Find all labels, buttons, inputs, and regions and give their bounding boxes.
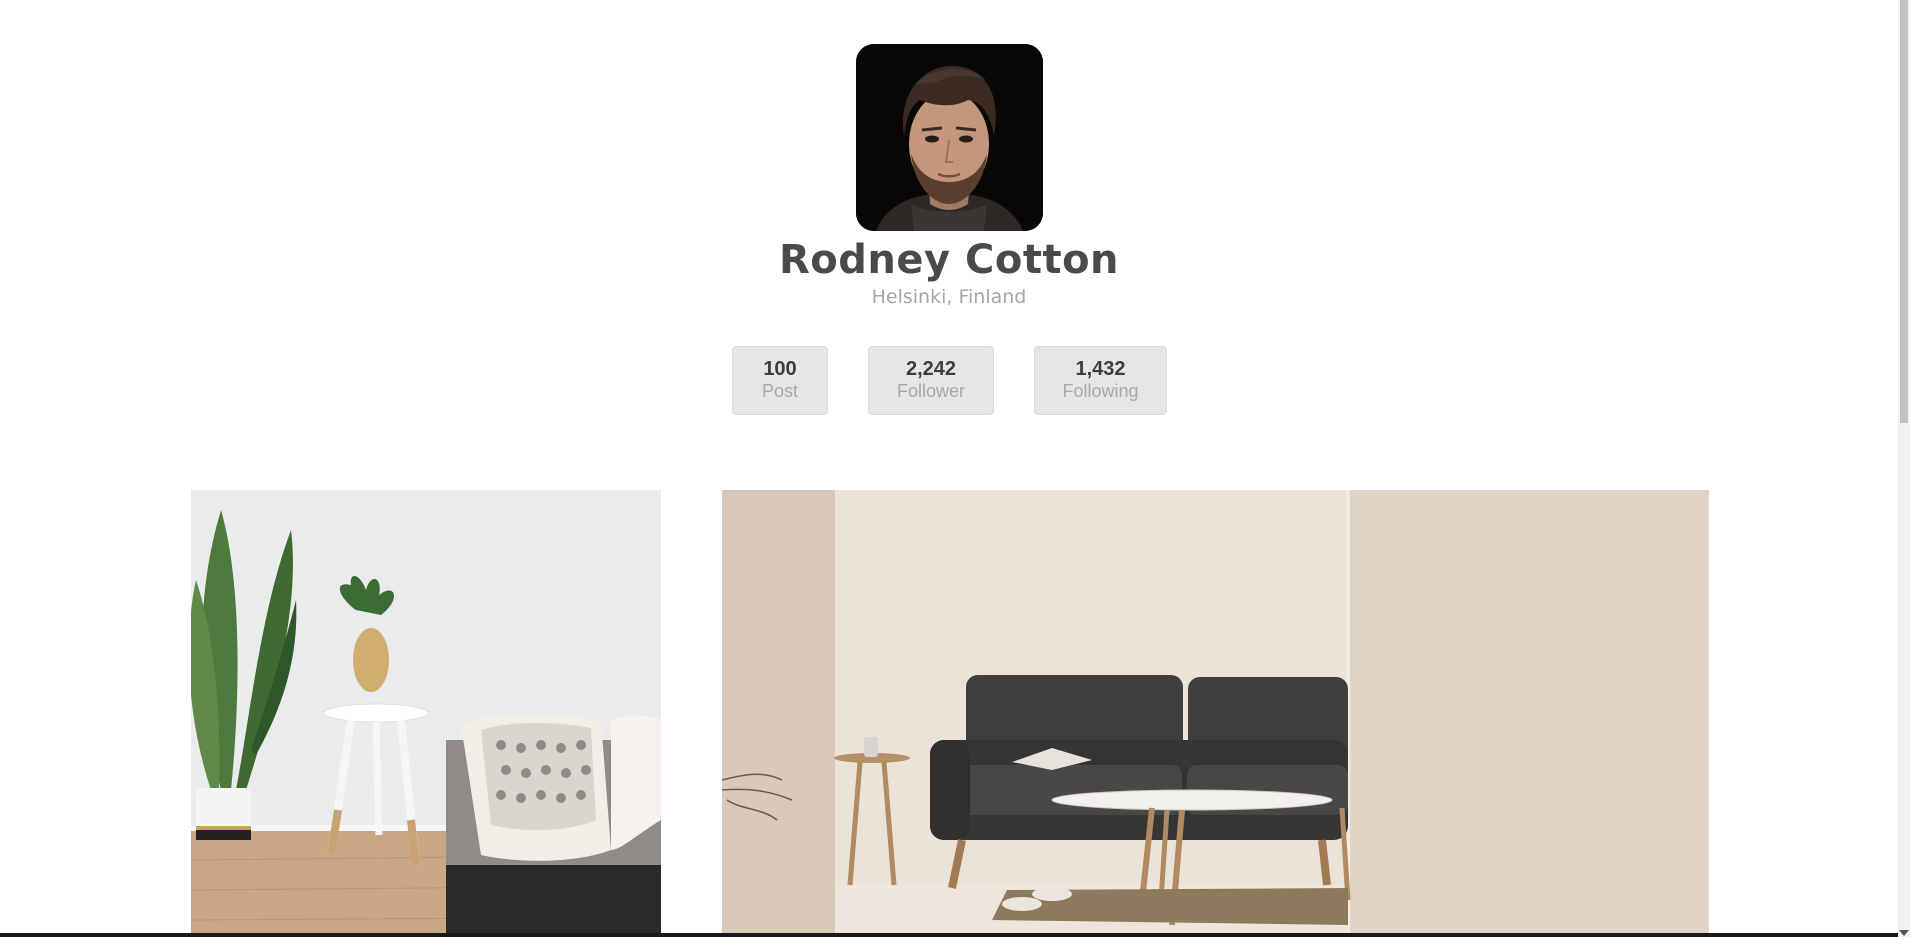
vertical-scrollbar[interactable]: [1898, 0, 1910, 937]
bottom-edge: [0, 933, 1898, 937]
scroll-down-arrow-icon[interactable]: [1899, 930, 1909, 936]
stat-follower-label: Follower: [896, 381, 966, 401]
gallery-photo-plant-room[interactable]: [191, 490, 661, 937]
scrollbar-thumb[interactable]: [1900, 0, 1908, 423]
profile-location: Helsinki, Finland: [871, 286, 1027, 308]
stat-post-value: 100: [763, 358, 797, 380]
stat-following-button[interactable]: 1,432 Following: [1034, 346, 1167, 415]
avatar[interactable]: [856, 44, 1043, 231]
gallery-photo-sofa-room[interactable]: [722, 490, 1709, 937]
avatar-image: [856, 44, 1043, 231]
stat-following-value: 1,432: [1075, 358, 1126, 380]
profile-name: Rodney Cotton: [778, 237, 1120, 283]
profile-page: Rodney Cotton Helsinki, Finland 100 Post…: [0, 0, 1910, 937]
grey-sofa-photo: [722, 490, 1709, 937]
stat-post-label: Post: [761, 381, 799, 401]
stat-follower-button[interactable]: 2,242 Follower: [868, 346, 994, 415]
stat-follower-value: 2,242: [905, 358, 957, 380]
stat-post-button[interactable]: 100 Post: [732, 346, 828, 415]
living-room-plant-photo: [191, 490, 661, 937]
stat-following-label: Following: [1062, 381, 1139, 401]
